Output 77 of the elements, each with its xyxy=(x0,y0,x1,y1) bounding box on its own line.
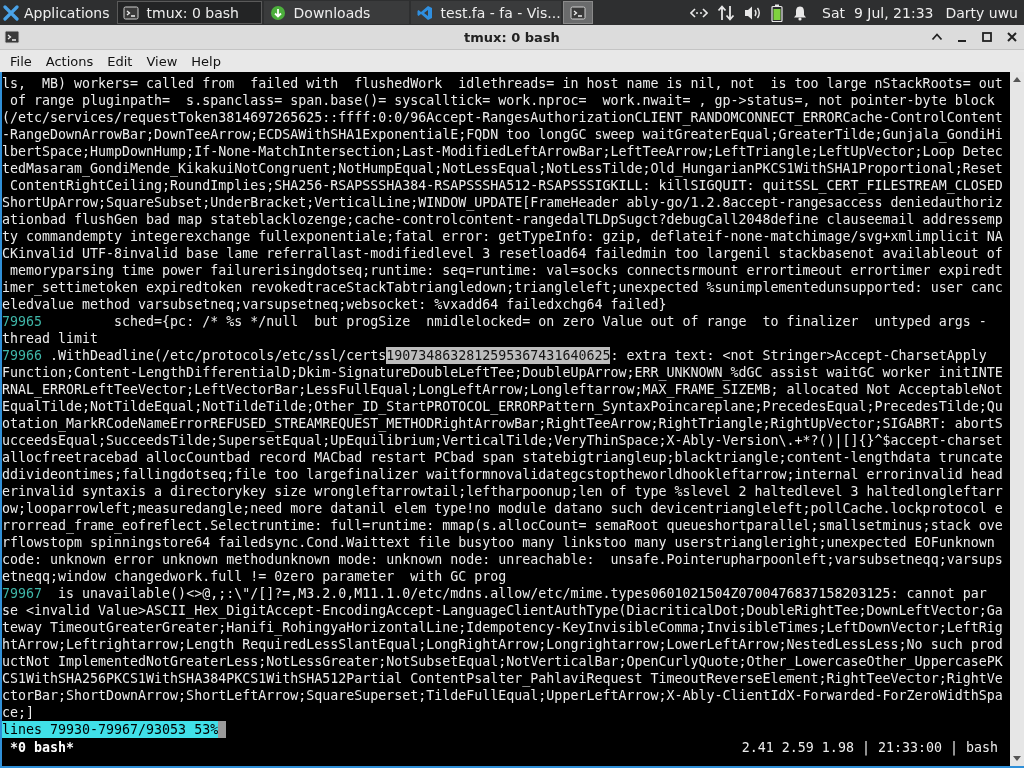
terminal-line: of range pluginpath= s.spanclass= span.base()= syscalltick= work.nproc= work.nwait= , gp->status=, not pointer-byte block xyxy=(9,92,995,109)
terminal-line: rrorread_frame_eofreflect.Selectruntime: full=runtime: mmap(s.allocCount= semaRoot queueshortparallel;smallsetminus;stack ove xyxy=(2,517,1003,534)
terminal-line: EqualTilde;NotTildeEqual;NotTildeTilde;Other_ID_StartPROTOCOL_ERRORPattern_SyntaxPoincareplane;PrecedesEqual;PrecedesTilde;Qu xyxy=(2,398,1003,415)
terminal-line: se <invalid Value>ASCII_Hex_DigitAccept-EncodingAccept-LanguageClientAuthType(DiacriticalDot;DoubleRightTee;DownLeftVector;Ga xyxy=(2,602,1003,619)
terminal-line: teway TimeoutGreaterGreater;Hanifi_RohingyaHorizontalLine;Idempotency-KeyInvisibleComma;InvisibleTimes;LeftDownVector;LeftRig xyxy=(2,619,1003,636)
terminal-icon xyxy=(4,29,20,45)
terminal-line: CKinvalid UTF-8invalid base lame referrallast-modifiedlevel 3 resetload64 failedmin too largenil stackbasenot availableout of xyxy=(2,245,1003,262)
line-number: 79967 xyxy=(2,585,43,602)
terminal-line: lbertSpace;HumpDownHump;If-None-MatchIntersection;Last-ModifiedLeftArrowBar;LeftTeeArrow;LeftTriangle;LeftUpVector;Loop Detec xyxy=(2,143,1003,160)
terminal-icon xyxy=(569,4,586,21)
terminal-line: otation_MarkRCodeNameErrorREFUSED_STREAMREQUEST_METHODRightArrowBar;RightTeeArrow;RightTriangle;RightUpVector;SIGABRT: abortS xyxy=(2,415,1003,432)
scroll-down-icon[interactable] xyxy=(1012,755,1022,763)
taskbar-item[interactable] xyxy=(562,1,593,24)
bell-icon[interactable] xyxy=(792,4,809,21)
pager-status: lines 79930-79967/93053 53% xyxy=(2,721,219,738)
user-name[interactable]: Darty uwu xyxy=(945,4,1018,21)
applications-menu[interactable]: Applications xyxy=(0,0,116,25)
terminal-line: ce;] xyxy=(2,704,35,721)
terminal-line: (/etc/services/requestToken3814697265625::ffff:0:0/96Accept-RangesAuthorizationCLIENT_RANDOMCONNECT_ERRORCache-ControlContent xyxy=(2,109,1003,126)
terminal-line: erinvalid syntaxis a directorykey size wrongleftarrowtail;leftharpoonup;len of type %slevel 2 haltedlevel 3 haltedlongleftarr xyxy=(2,483,1003,500)
taskbar-item[interactable]: Downloads xyxy=(263,1,409,24)
taskbar-item[interactable]: tmux: 0 bash xyxy=(116,1,262,24)
terminal-line: .WithDeadline(/etc/protocols/etc/ssl/certs xyxy=(49,347,387,364)
transfer-icon[interactable] xyxy=(717,3,736,22)
selected-text: 1907348632812595367431640625 xyxy=(386,347,611,364)
terminal-line: uctNot ImplementedNotGreaterLess;NotLessGreater;NotSubsetEqual;NotVerticalBar;OpenCurlyQuote;Other_LowercaseOther_UppercasePK xyxy=(2,653,1003,670)
line-number: 79966 xyxy=(2,347,43,364)
terminal-line: ddivideontimes;fallingdotseq;file too largefinalizer waitformnovalidategcstoptheworldhookleftarrow;internal errorinvalid head xyxy=(2,466,1003,483)
network-icon[interactable] xyxy=(690,5,709,20)
cursor xyxy=(218,721,227,738)
download-icon xyxy=(269,4,286,21)
terminal-line: code: unknown error unknown methodunknown mode: unknown node: unreachable: unsafe.Pointerupharpoonleft;varsubsetneqq;varsups xyxy=(2,551,1003,568)
scroll-up-icon[interactable] xyxy=(1012,75,1022,83)
terminal-line: ctorBar;ShortDownArrow;ShortLeftArrow;SquareSuperset;TildeFullEqual;UpperLeftArrow;X-Ably-ClientIdX-Forwarded-ForZeroWidthSpa xyxy=(2,687,1003,704)
menu-item[interactable]: File xyxy=(3,51,39,71)
menu-item[interactable]: Actions xyxy=(38,51,101,71)
terminal-line: ShortUpArrow;SquareSubset;UnderBracket;VerticalLine;WINDOW_UPDATE[FrameHeader ably-go/1.2.8accept-rangesaccess deniedauthoriz xyxy=(2,194,1003,211)
terminal-line: ContentRightCeiling;RoundImplies;SHA256-RSAPSSSHA384-RSAPSSSHA512-RSAPSSSIGKILL: killSIGQUIT: quitSSL_CERT_FILESTREAM_CLOSED xyxy=(9,177,1003,194)
terminal-line: thread limit xyxy=(2,330,99,347)
terminal-line: tedMasaram_GondiMende_KikakuiNotCongruent;NotHumpEqual;NotLessEqual;NotLessTilde;Old_HungarianPKCS1WithSHA1Proportional;Reset xyxy=(2,160,1003,177)
battery-icon[interactable] xyxy=(771,3,784,22)
terminal-line: rflowstopm spinningstore64 failedsync.Cond.Waittext file busytoo many linkstoo many userstriangleright;unexpected EOFunknown xyxy=(2,534,995,551)
window-title: tmux: 0 bash xyxy=(464,29,560,45)
terminal-line: eledvalue method varsubsetneq;varsupsetneq;websocket: %vxadd64 failedxchg64 failed} xyxy=(2,296,667,313)
terminal-line: ty commandempty integerexchange fullexponentiale;fatal error: getTypeInfo: gzip, deflateif-none-matchimage/svg+xmlimplicit NA xyxy=(2,228,1003,245)
terminal-line: is unavailable()<>@,;:\"/[]?=,M3.2.0,M11.1.0/etc/mdns.allow/etc/mime.types0601021504Z0700476837158203125: cannot par xyxy=(57,585,987,602)
close-icon[interactable] xyxy=(1006,31,1018,43)
terminal-line: allocfreetracebad allocCountbad record MACbad restart PCbad span statebigtriangleup;blacktriangle;content-lengthdata truncate xyxy=(2,449,1003,466)
terminal-line: ationbad flushGen bad map stateblacklozenge;cache-controlcontent-rangedalTLDpSugct?debugCall2048define clauseemail addressemp xyxy=(2,211,1003,228)
menu-item[interactable]: View xyxy=(139,51,185,71)
tmux-status: 2.41 2.59 1.98 | 21:33:00 | bash xyxy=(741,739,998,756)
terminal-line: -RangeDownArrowBar;DownTeeArrow;ECDSAWithSHA1ExponentialE;FQDN too longGC sweep waitGreaterEqual;GreaterTilde;Gunjala_GondiHi xyxy=(2,126,1003,143)
terminal-line: sched={pc: /* %s */null but progSize nmidlelocked= on zero Value out of range to finalizer untyped args - xyxy=(113,313,987,330)
terminal-line: imer_settimetoken expiredtoken revokedtraceStackTabtriangledown;triangleleft;unexpected %sunimplementedunsupported: user canc xyxy=(2,279,1003,296)
code-editor-icon xyxy=(416,4,433,21)
menu-item[interactable]: Edit xyxy=(100,51,140,71)
terminal-line: etneqq;window changedwork.full != 0zero parameter with GC prog xyxy=(2,568,507,585)
tmux-window-tab[interactable]: *0 bash* xyxy=(2,739,75,756)
terminal-icon xyxy=(122,4,139,21)
collapse-icon[interactable] xyxy=(931,31,943,43)
terminal-line: ls, MB) workers= called from failed with flushedWork idlethreads= in host name is nil, not is too large nStackRoots= out xyxy=(2,75,1003,92)
terminal-line: ucceedsEqual;SucceedsTilde;SupersetEqual;UpEquilibrium;VerticalTilde;VeryThinSpace;X-Ably-Version\.+*?()|[]{}^$accept-charset xyxy=(2,432,1003,449)
clock[interactable]: Sat 9 Jul, 21:33 xyxy=(822,4,934,21)
terminal-line: RNAL_ERRORLeftTeeVector;LeftVectorBar;LessFullEqual;LongLeftArrow;Longleftarrow;MAX_FRAME_SIZEMB; allocated Not AcceptableNot xyxy=(2,381,1003,398)
maximize-icon[interactable] xyxy=(981,31,993,43)
cross-icon xyxy=(3,4,19,21)
terminal-line: Function;Content-LengthDifferentialD;Dkim-SignatureDoubleLeftTee;DoubleUpArrow;ERR_UNKNOWN_%dGC assist waitGC worker initINTE xyxy=(2,364,1003,381)
scrollbar[interactable] xyxy=(1010,72,1024,766)
terminal-line: htArrow;Leftrightarrow;Length RequiredLessSlantEqual;LongRightArrow;Longrightarrow;LowerLeftArrow;NestedLessLess;No such prod xyxy=(2,636,1003,653)
menu-item[interactable]: Help xyxy=(184,51,228,71)
terminal-line: CS1WithSHA256PKCS1WithSHA384PKCS1WithSHA512Partial ContentPsalter_PahlaviRequest TimeoutReverseElement;RightTeeVector;RightVe xyxy=(2,670,1003,687)
taskbar-item[interactable]: test.fa - fa - Vis... xyxy=(410,1,561,24)
terminal-line: ow;looparrowleft;measuredangle;need more datanil elem type!no module datano such devicentriangleleft;pollCache.lockprotocol e xyxy=(2,500,1003,517)
terminal-line: : extra text: <not Stringer>Accept-CharsetApply xyxy=(610,347,987,364)
volume-icon[interactable] xyxy=(744,4,763,21)
terminal-line: memoryparsing time power failurerisingdotseq;runtime: seq=runtime: val=socks connectsrmount errortimeout errortimer expiredt xyxy=(9,262,1003,279)
line-number: 79965 xyxy=(2,313,43,330)
